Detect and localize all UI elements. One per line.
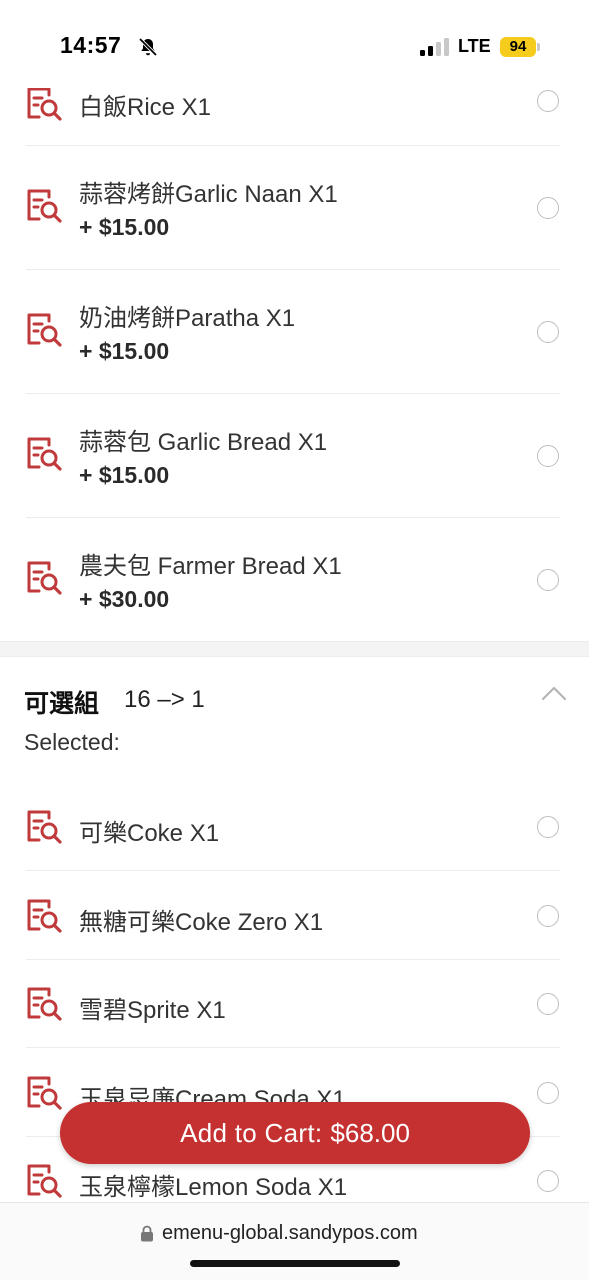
battery-icon: 94 <box>500 37 536 57</box>
item-price: + $30.00 <box>79 586 170 612</box>
item-name: 白飯Rice X1 <box>79 94 212 121</box>
menu-search-icon[interactable] <box>26 898 64 934</box>
item-name: 蒜蓉包 Garlic Bread X1 <box>79 429 328 456</box>
option-group-rule: 16 –> 1 <box>124 686 205 713</box>
signal-icon <box>420 38 449 56</box>
menu-search-icon[interactable] <box>26 1163 64 1199</box>
select-radio[interactable] <box>537 445 559 467</box>
option-group-title: 可選組 <box>24 690 100 718</box>
item-name: 雪碧Sprite X1 <box>79 997 226 1024</box>
select-radio[interactable] <box>537 1082 559 1104</box>
item-name: 農夫包 Farmer Bread X1 <box>79 553 342 580</box>
section-divider <box>0 641 589 657</box>
status-bar: 14:57 LTE 94 <box>0 0 589 88</box>
item-price: + $15.00 <box>79 214 170 240</box>
bell-slash-icon <box>138 37 158 57</box>
network-label: LTE <box>458 36 491 56</box>
select-radio[interactable] <box>537 993 559 1015</box>
select-radio[interactable] <box>537 90 559 112</box>
list-item[interactable]: 蒜蓉烤餅Garlic Naan X1 + $15.00 <box>26 146 560 270</box>
list-item[interactable]: 奶油烤餅Paratha X1 + $15.00 <box>26 270 560 394</box>
list-item[interactable]: 蒜蓉包 Garlic Bread X1 + $15.00 <box>26 394 560 518</box>
url-text[interactable]: emenu-global.sandypos.com <box>162 1222 418 1245</box>
menu-search-icon[interactable] <box>26 436 64 472</box>
menu-search-icon[interactable] <box>26 86 64 122</box>
select-radio[interactable] <box>537 321 559 343</box>
menu-search-icon[interactable] <box>26 560 64 596</box>
add-to-cart-button[interactable]: Add to Cart: $68.00 <box>60 1102 530 1164</box>
select-radio[interactable] <box>537 197 559 219</box>
menu-search-icon[interactable] <box>26 1075 64 1111</box>
menu-search-icon[interactable] <box>26 809 64 845</box>
chevron-up-icon[interactable] <box>540 684 568 702</box>
select-radio[interactable] <box>537 569 559 591</box>
item-name: 可樂Coke X1 <box>79 820 220 847</box>
select-radio[interactable] <box>537 905 559 927</box>
list-item[interactable]: 無糖可樂Coke Zero X1 <box>26 871 560 960</box>
item-name: 蒜蓉烤餅Garlic Naan X1 <box>79 181 338 208</box>
list-item[interactable]: 雪碧Sprite X1 <box>26 960 560 1048</box>
item-name: 玉泉檸檬Lemon Soda X1 <box>79 1174 348 1200</box>
list-item[interactable]: 農夫包 Farmer Bread X1 + $30.00 <box>26 518 560 641</box>
item-price: + $15.00 <box>79 338 170 364</box>
home-indicator[interactable] <box>190 1260 400 1267</box>
cart-total: $68.00 <box>330 1117 410 1148</box>
battery-tip <box>537 43 540 51</box>
menu-search-icon[interactable] <box>26 188 64 224</box>
list-item[interactable]: 可樂Coke X1 <box>26 782 560 871</box>
status-time: 14:57 <box>60 32 122 58</box>
item-price: + $15.00 <box>79 462 170 488</box>
menu-search-icon[interactable] <box>26 986 64 1022</box>
browser-url-bar[interactable]: emenu-global.sandypos.com <box>0 1202 589 1280</box>
select-radio[interactable] <box>537 1170 559 1192</box>
list-item[interactable]: 白飯Rice X1 <box>26 82 560 146</box>
selected-label: Selected: <box>24 729 120 755</box>
select-radio[interactable] <box>537 816 559 838</box>
menu-search-icon[interactable] <box>26 312 64 348</box>
add-to-cart-label: Add to Cart: <box>180 1117 323 1148</box>
item-name: 奶油烤餅Paratha X1 <box>79 305 296 332</box>
item-name: 無糖可樂Coke Zero X1 <box>79 909 324 936</box>
product-options: 白飯Rice X1 蒜蓉烤餅Garlic Naan X1 + $15.00 奶油… <box>0 0 589 1200</box>
lock-icon <box>141 1225 153 1242</box>
